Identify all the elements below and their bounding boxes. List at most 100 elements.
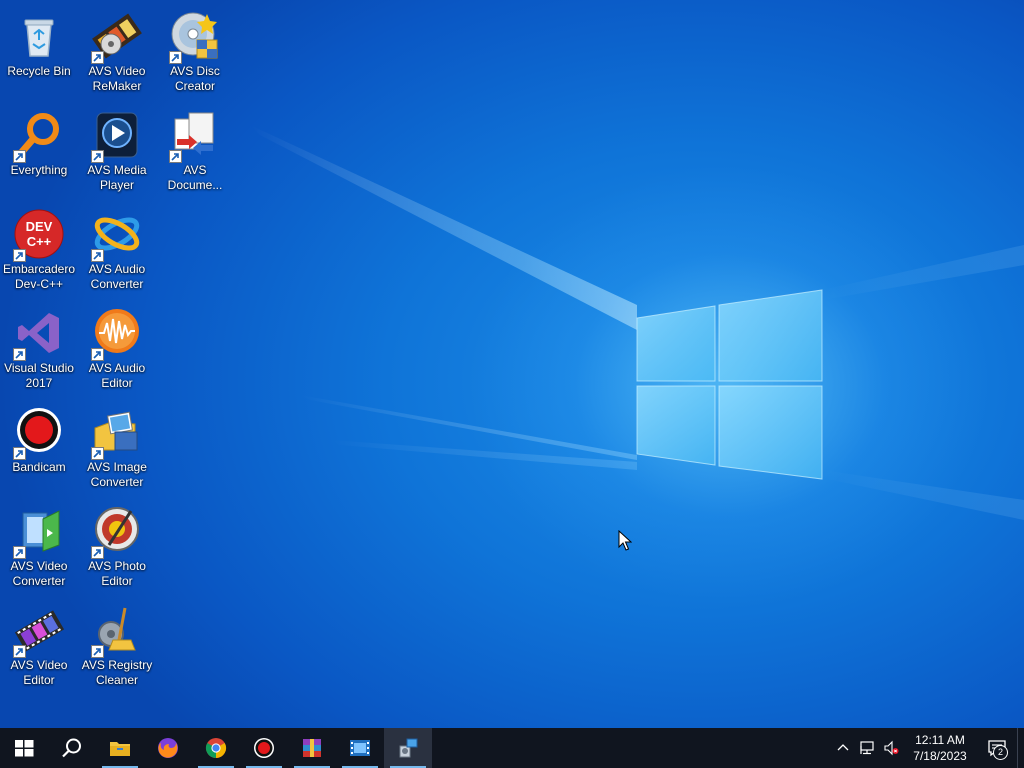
desktop-icon-avs-photo-editor[interactable]: AVS Photo Editor bbox=[78, 501, 156, 597]
winrar-icon bbox=[303, 739, 321, 757]
desktop-icon-avs-image-converter[interactable]: AVS Image Converter bbox=[78, 402, 156, 498]
clock-time: 12:11 AM bbox=[915, 733, 965, 747]
windows-logo-icon bbox=[15, 740, 34, 757]
icon-label: Embarcadero Dev-C++ bbox=[2, 262, 76, 291]
shortcut-arrow-icon bbox=[13, 249, 26, 262]
avs-video-converter-icon bbox=[13, 505, 65, 559]
network-icon bbox=[860, 741, 874, 755]
icon-label: AVS Disc Creator bbox=[170, 64, 220, 93]
icon-label: AVS Image Converter bbox=[87, 460, 147, 489]
photo-editor-icon bbox=[91, 505, 143, 559]
desktop-icon-devcpp[interactable]: DEV C++ Embarcadero Dev-C++ bbox=[0, 204, 78, 300]
clock-date: 7/18/2023 bbox=[913, 749, 967, 763]
shortcut-arrow-icon bbox=[169, 51, 182, 64]
svg-text:C++: C++ bbox=[27, 234, 52, 249]
desktop-icon-everything[interactable]: Everything bbox=[0, 105, 78, 201]
registry-cleaner-icon bbox=[91, 604, 143, 658]
shortcut-arrow-icon bbox=[91, 645, 104, 658]
audio-editor-icon bbox=[91, 307, 143, 361]
folder-icon bbox=[110, 742, 130, 756]
speaker-muted-icon bbox=[884, 740, 899, 756]
shortcut-arrow-icon bbox=[13, 447, 26, 460]
desktop-icon-avs-video-converter[interactable]: AVS Video Converter bbox=[0, 501, 78, 597]
network-button[interactable] bbox=[855, 728, 879, 768]
notification-count-badge: 2 bbox=[993, 745, 1008, 760]
recycle-bin-icon bbox=[13, 10, 65, 62]
desktop-icon-avs-audio-converter[interactable]: AVS Audio Converter bbox=[78, 204, 156, 300]
svg-text:DEV: DEV bbox=[26, 219, 53, 234]
devcpp-icon: DEV C++ bbox=[13, 208, 65, 262]
system-tray: 12:11 AM 7/18/2023 2 bbox=[831, 728, 1024, 768]
taskbar-chrome[interactable] bbox=[192, 728, 240, 768]
chrome-icon bbox=[205, 738, 227, 759]
desktop-icon-bandicam[interactable]: Bandicam bbox=[0, 402, 78, 498]
taskbar-file-explorer[interactable] bbox=[96, 728, 144, 768]
mouse-cursor-icon bbox=[618, 530, 632, 551]
desktop-icon-avs-registry-cleaner[interactable]: AVS Registry Cleaner bbox=[78, 600, 156, 696]
icon-label: AVS Docume... bbox=[167, 163, 223, 192]
shortcut-arrow-icon bbox=[91, 546, 104, 559]
shortcut-arrow-icon bbox=[13, 150, 26, 163]
shortcut-arrow-icon bbox=[13, 546, 26, 559]
shortcut-arrow-icon bbox=[91, 249, 104, 262]
desktop-icon-avs-video-editor[interactable]: AVS Video Editor bbox=[0, 600, 78, 696]
shortcut-arrow-icon bbox=[91, 51, 104, 64]
media-player-icon bbox=[91, 109, 143, 163]
clock[interactable]: 12:11 AM 7/18/2023 bbox=[903, 728, 977, 768]
record-icon bbox=[254, 738, 274, 758]
film-strip-icon bbox=[13, 604, 65, 658]
shortcut-arrow-icon bbox=[13, 348, 26, 361]
show-hidden-icons-button[interactable] bbox=[831, 728, 855, 768]
icon-label: AVS Registry Cleaner bbox=[81, 658, 153, 687]
search-icon bbox=[62, 738, 81, 758]
film-icon bbox=[350, 740, 370, 756]
taskbar: 12:11 AM 7/18/2023 2 bbox=[0, 728, 1024, 768]
icon-label: Everything bbox=[10, 163, 68, 177]
show-desktop-button[interactable] bbox=[1017, 728, 1024, 768]
taskbar-winrar[interactable] bbox=[288, 728, 336, 768]
desktop-icon-avs-document-converter[interactable]: AVS Docume... bbox=[156, 105, 234, 201]
icon-label: Bandicam bbox=[12, 460, 66, 474]
desktop-icon-visual-studio[interactable]: Visual Studio 2017 bbox=[0, 303, 78, 399]
notification-center-button[interactable]: 2 bbox=[977, 728, 1017, 768]
firefox-icon bbox=[158, 738, 178, 758]
volume-button[interactable] bbox=[879, 728, 903, 768]
icon-label: AVS Audio Converter bbox=[88, 262, 146, 291]
start-button[interactable] bbox=[0, 728, 48, 768]
magnifier-orange-icon bbox=[13, 109, 65, 163]
chevron-up-icon bbox=[837, 744, 849, 751]
taskbar-bandicam[interactable] bbox=[240, 728, 288, 768]
taskbar-film-app[interactable] bbox=[336, 728, 384, 768]
shortcut-arrow-icon bbox=[13, 645, 26, 658]
document-converter-icon bbox=[169, 109, 221, 163]
disc-creator-icon bbox=[169, 10, 221, 64]
desktop-icon-avs-disc-creator[interactable]: AVS Disc Creator bbox=[156, 6, 234, 102]
desktop-icon-avs-video-remaker[interactable]: AVS Video ReMaker bbox=[78, 6, 156, 102]
desktop-icon-avs-media-player[interactable]: AVS Media Player bbox=[78, 105, 156, 201]
desktop[interactable]: Recycle Bin Everything DEV C++ Embarcade… bbox=[0, 0, 1024, 728]
icon-label: AVS Video ReMaker bbox=[88, 64, 146, 93]
icon-label: Visual Studio 2017 bbox=[4, 361, 74, 390]
windows-logo-wallpaper-icon bbox=[636, 289, 823, 480]
shortcut-arrow-icon bbox=[91, 150, 104, 163]
desktop-icon-avs-audio-editor[interactable]: AVS Audio Editor bbox=[78, 303, 156, 399]
image-converter-icon bbox=[91, 406, 143, 460]
icon-label: AVS Video Editor bbox=[10, 658, 68, 687]
desktop-icon-recycle-bin[interactable]: Recycle Bin bbox=[0, 6, 78, 102]
bandicam-record-icon bbox=[13, 406, 65, 460]
shortcut-arrow-icon bbox=[91, 348, 104, 361]
taskbar-firefox[interactable] bbox=[144, 728, 192, 768]
icon-label: AVS Media Player bbox=[87, 163, 147, 192]
shortcut-arrow-icon bbox=[91, 447, 104, 460]
search-button[interactable] bbox=[48, 728, 96, 768]
icon-label: AVS Video Converter bbox=[10, 559, 68, 588]
avs-video-remaker-icon bbox=[91, 10, 143, 64]
visual-studio-icon bbox=[13, 307, 65, 361]
taskbar-installer[interactable] bbox=[384, 728, 432, 768]
icon-label: Recycle Bin bbox=[7, 64, 71, 78]
icon-label: AVS Audio Editor bbox=[88, 361, 146, 390]
shortcut-arrow-icon bbox=[169, 150, 182, 163]
installer-icon bbox=[399, 738, 418, 758]
audio-converter-icon bbox=[91, 208, 143, 262]
icon-label: AVS Photo Editor bbox=[88, 559, 146, 588]
